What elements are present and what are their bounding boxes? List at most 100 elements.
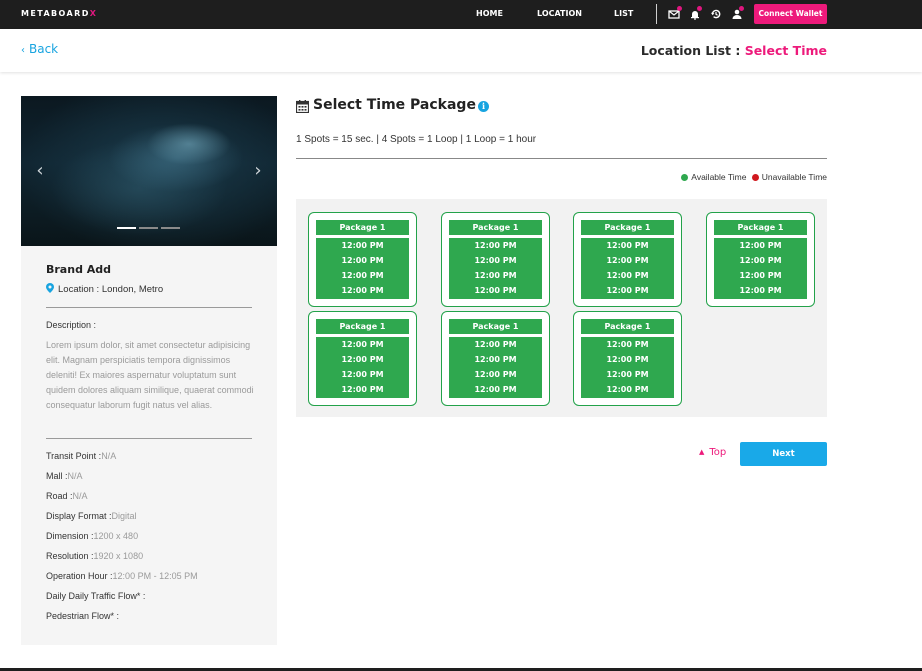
package-card[interactable]: Package 1 12:00 PM 12:00 PM 12:00 PM 12:… bbox=[308, 212, 417, 307]
caret-up-icon: ▲ bbox=[699, 448, 705, 456]
spots-info: 1 Spots = 15 sec. | 4 Spots = 1 Loop | 1… bbox=[296, 134, 537, 145]
time-slot[interactable]: 12:00 PM bbox=[581, 382, 674, 397]
top-label: Top bbox=[709, 447, 727, 458]
spec-label: Operation Hour : bbox=[46, 571, 113, 581]
unavailable-dot bbox=[751, 174, 759, 181]
time-slot[interactable]: 12:00 PM bbox=[316, 352, 409, 367]
breadcrumb-current: Select Time bbox=[744, 43, 827, 58]
description-text: Lorem ipsum dolor, sit amet consectetur … bbox=[46, 340, 254, 410]
carousel-next-icon[interactable]: › bbox=[248, 160, 268, 182]
divider bbox=[46, 438, 252, 439]
time-slot[interactable]: 12:00 PM bbox=[714, 238, 807, 253]
package-card[interactable]: Package 1 12:00 PM 12:00 PM 12:00 PM 12:… bbox=[706, 212, 815, 307]
nav-divider bbox=[656, 4, 657, 24]
available-dot bbox=[681, 174, 689, 181]
time-slot[interactable]: 12:00 PM bbox=[581, 253, 674, 268]
spec-value: 12:00 PM - 12:05 PM bbox=[112, 571, 198, 581]
time-slot[interactable]: 12:00 PM bbox=[449, 337, 542, 352]
package-name: Package 1 bbox=[316, 319, 409, 334]
availability-legend: Available Time Unavailable Time bbox=[681, 172, 827, 182]
legend-available: Available Time bbox=[691, 172, 747, 182]
time-slot[interactable]: 12:00 PM bbox=[316, 238, 409, 253]
image-carousel[interactable]: ‹ › bbox=[21, 96, 277, 246]
time-slot[interactable]: 12:00 PM bbox=[581, 238, 674, 253]
spec-dimension: Dimension :1200 x 480 bbox=[46, 531, 138, 541]
spec-mall: Mall :N/A bbox=[46, 471, 83, 481]
spec-display-format: Display Format :Digital bbox=[46, 511, 137, 521]
spec-label: Pedestrian Flow* : bbox=[46, 611, 120, 621]
nav-home-link[interactable]: HOME bbox=[476, 9, 503, 18]
connect-wallet-button[interactable]: Connect Wallet bbox=[754, 4, 827, 24]
brand-name: Brand Add bbox=[46, 263, 112, 276]
package-slots: 12:00 PM 12:00 PM 12:00 PM 12:00 PM bbox=[316, 337, 409, 398]
time-slot[interactable]: 12:00 PM bbox=[316, 382, 409, 397]
carousel-indicator[interactable] bbox=[161, 227, 180, 229]
info-icon[interactable]: i bbox=[478, 101, 489, 112]
logo-text: METABOARD bbox=[21, 9, 90, 18]
logo[interactable]: METABOARDX bbox=[21, 9, 97, 18]
breadcrumb: Location List : Select Time bbox=[641, 43, 827, 58]
carousel-indicator[interactable] bbox=[139, 227, 158, 229]
package-card[interactable]: Package 1 12:00 PM 12:00 PM 12:00 PM 12:… bbox=[308, 311, 417, 406]
spec-daily-traffic-flow: Daily Daily Traffic Flow* : bbox=[46, 591, 145, 601]
spec-transit-point: Transit Point :N/A bbox=[46, 451, 116, 461]
next-button[interactable]: Next bbox=[740, 442, 827, 466]
time-slot[interactable]: 12:00 PM bbox=[316, 337, 409, 352]
spec-pedestrian-flow: Pedestrian Flow* : bbox=[46, 611, 119, 621]
spec-value: 1920 x 1080 bbox=[93, 551, 144, 561]
spec-resolution: Resolution :1920 x 1080 bbox=[46, 551, 143, 561]
legend-unavailable: Unavailable Time bbox=[761, 172, 827, 182]
nav-location-link[interactable]: LOCATION bbox=[537, 9, 582, 18]
user-notification-dot bbox=[739, 6, 744, 11]
spec-label: Transit Point : bbox=[46, 451, 102, 461]
scroll-top-link[interactable]: ▲ Top bbox=[699, 447, 726, 458]
package-card[interactable]: Package 1 12:00 PM 12:00 PM 12:00 PM 12:… bbox=[441, 212, 550, 307]
map-pin-icon bbox=[46, 283, 54, 293]
time-slot[interactable]: 12:00 PM bbox=[316, 367, 409, 382]
time-slot[interactable]: 12:00 PM bbox=[581, 352, 674, 367]
sub-header: ‹ Back Location List : Select Time bbox=[0, 29, 922, 72]
package-card[interactable]: Package 1 12:00 PM 12:00 PM 12:00 PM 12:… bbox=[573, 212, 682, 307]
breadcrumb-location-list[interactable]: Location List : bbox=[641, 43, 741, 58]
time-slot[interactable]: 12:00 PM bbox=[316, 253, 409, 268]
time-slot[interactable]: 12:00 PM bbox=[449, 352, 542, 367]
spec-value: 1200 x 480 bbox=[93, 531, 139, 541]
spec-label: Daily Daily Traffic Flow* : bbox=[46, 591, 146, 601]
time-slot[interactable]: 12:00 PM bbox=[449, 238, 542, 253]
spec-label: Road : bbox=[46, 491, 73, 501]
spec-label: Resolution : bbox=[46, 551, 94, 561]
time-slot[interactable]: 12:00 PM bbox=[581, 367, 674, 382]
spec-label: Display Format : bbox=[46, 511, 112, 521]
time-slot[interactable]: 12:00 PM bbox=[449, 382, 542, 397]
section-title: Select Time Package bbox=[313, 97, 476, 113]
carousel-indicator[interactable] bbox=[117, 227, 136, 229]
time-slot[interactable]: 12:00 PM bbox=[581, 268, 674, 283]
time-slot[interactable]: 12:00 PM bbox=[449, 283, 542, 298]
time-slot[interactable]: 12:00 PM bbox=[449, 268, 542, 283]
spec-road: Road :N/A bbox=[46, 491, 88, 501]
history-icon[interactable] bbox=[710, 8, 722, 20]
calendar-icon bbox=[296, 100, 309, 113]
package-name: Package 1 bbox=[316, 220, 409, 235]
time-slot[interactable]: 12:00 PM bbox=[581, 283, 674, 298]
time-slot[interactable]: 12:00 PM bbox=[714, 283, 807, 298]
spec-operation-hour: Operation Hour :12:00 PM - 12:05 PM bbox=[46, 571, 198, 581]
time-slot[interactable]: 12:00 PM bbox=[714, 253, 807, 268]
package-name: Package 1 bbox=[714, 220, 807, 235]
package-card[interactable]: Package 1 12:00 PM 12:00 PM 12:00 PM 12:… bbox=[573, 311, 682, 406]
back-link[interactable]: ‹ Back bbox=[21, 42, 58, 56]
time-slot[interactable]: 12:00 PM bbox=[714, 268, 807, 283]
carousel-prev-icon[interactable]: ‹ bbox=[30, 160, 50, 182]
package-card[interactable]: Package 1 12:00 PM 12:00 PM 12:00 PM 12:… bbox=[441, 311, 550, 406]
package-slots: 12:00 PM 12:00 PM 12:00 PM 12:00 PM bbox=[316, 238, 409, 299]
package-slots: 12:00 PM 12:00 PM 12:00 PM 12:00 PM bbox=[449, 337, 542, 398]
spec-label: Dimension : bbox=[46, 531, 94, 541]
time-slot[interactable]: 12:00 PM bbox=[316, 268, 409, 283]
package-slots: 12:00 PM 12:00 PM 12:00 PM 12:00 PM bbox=[449, 238, 542, 299]
time-slot[interactable]: 12:00 PM bbox=[316, 283, 409, 298]
time-slot[interactable]: 12:00 PM bbox=[581, 337, 674, 352]
time-slot[interactable]: 12:00 PM bbox=[449, 367, 542, 382]
time-slot[interactable]: 12:00 PM bbox=[449, 253, 542, 268]
nav-list-link[interactable]: LIST bbox=[614, 9, 633, 18]
package-name: Package 1 bbox=[581, 220, 674, 235]
